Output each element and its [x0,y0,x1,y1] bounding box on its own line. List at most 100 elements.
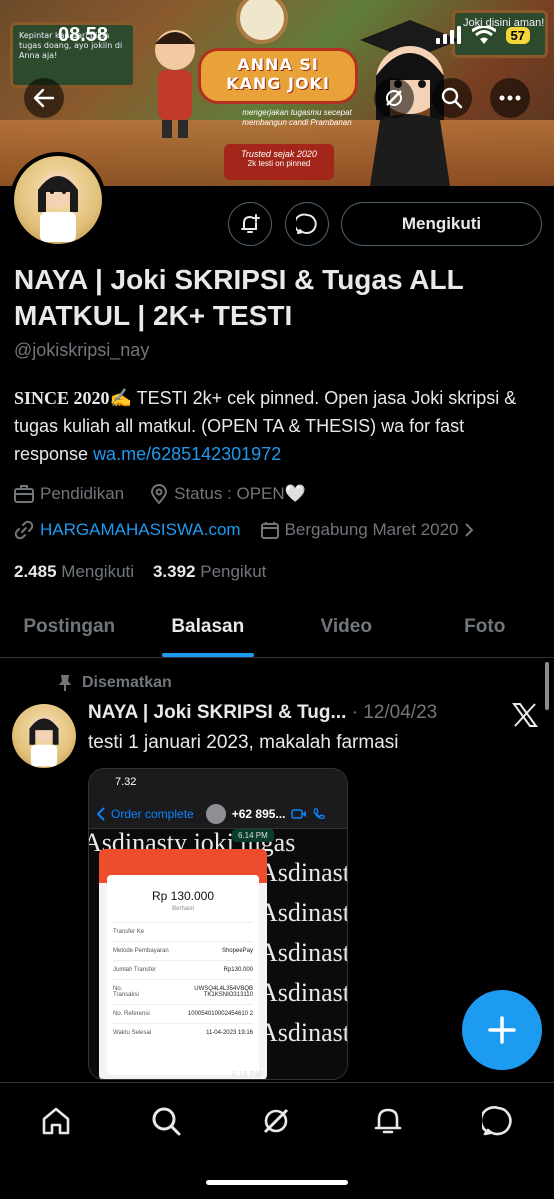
message-bubble-icon [482,1106,512,1136]
watermark-text: Asdinasty joki tugas [259,898,347,927]
home-icon [42,1107,70,1135]
receipt-row-value: UWSQ4L4L354VBQB TK1KSNIO313110 [194,986,253,998]
pinned-label: Disematkan [82,674,172,691]
receipt-row-value: 11-04-2023 19:16 [206,1030,253,1036]
following-label: Mengikuti [61,562,135,581]
status-time: 08.58 [58,24,109,46]
banner-title: ANNA SI KANG JOKI [198,48,358,104]
banner-ribbon-line2: 2k testi on pinned [247,159,311,168]
profile-website-and-joined: HARGAMAHASISWA.com Bergabung Maret 2020 [14,520,474,540]
screenshot-status-time: 7.32 [89,769,347,799]
contact-avatar [205,803,226,824]
pinned-indicator: Disematkan [58,674,172,692]
tweet-media-image[interactable]: 7.32 Order complete +62 895... Asdinasty… [88,768,348,1080]
avatar-illustration [14,156,102,244]
chevron-left-icon [97,806,105,821]
receipt-row-key: No. Transaksi [113,986,139,998]
tab-photos[interactable]: Foto [416,600,554,657]
receipt-amount: Rp 130.000 [151,889,215,903]
search-icon [152,1107,181,1136]
nav-search[interactable] [146,1101,186,1141]
tweet-header: NAYA | Joki SKRIPSI & Tug... · 12/04/23 [88,702,437,724]
link-icon [14,520,34,540]
back-button[interactable] [24,78,64,118]
following-count-link[interactable]: 2.485 Mengikuti [14,562,134,581]
grok-icon [386,90,402,106]
following-button[interactable]: Mengikuti [341,202,542,246]
receipt-row: Metode Pembayaran ShopeePay [113,941,253,960]
receipt-row-key: Transfer Ke [113,929,145,935]
arrow-left-icon [33,88,55,108]
banner-ribbon: Trusted sejak 2020 2k testi on pinned [224,144,334,180]
notifications-subscribe-button[interactable] [228,202,272,246]
profile-joined-date: Bergabung Maret 2020 [284,520,459,539]
phone-call-icon [313,807,326,819]
screenshot-chat-header: Order complete +62 895... [89,799,347,829]
search-icon [441,87,463,109]
nav-messages[interactable] [478,1101,518,1141]
tweet-text: testi 1 januari 2023, makalah farmasi [88,732,399,753]
calendar-icon [260,522,279,539]
receipt-row-value: Rp130.000 [223,967,253,973]
grok-button[interactable] [374,78,414,118]
watermark-text: Asdinasty joki tugas [259,1018,347,1047]
x-logo-icon [512,703,538,727]
banner-title-line2: KANG JOKI [226,74,330,93]
search-button[interactable] [432,78,472,118]
receipt-row: No. Referensi 100054010002454610 2 [113,1004,253,1023]
tab-replies[interactable]: Balasan [139,600,278,657]
cellular-signal-icon [435,26,461,44]
bio-since: SINCE 2020 [14,388,110,408]
more-options-button[interactable] [490,78,530,118]
grok-icon [263,1108,289,1134]
tweet-author-avatar[interactable] [12,704,76,768]
banner-clock-illustration [236,0,288,44]
banner-ribbon-line1: Trusted sejak 2020 [241,149,317,159]
watermark-text: Asdinasty joki tugas [259,978,347,1007]
tab-posts[interactable]: Postingan [0,600,139,657]
receipt-row: Transfer Ke [113,922,253,941]
avatar-character-icon [29,715,59,767]
tab-videos[interactable]: Video [277,600,416,657]
profile-bio: SINCE 2020✍️ TESTI 2k+ cek pinned. Open … [14,384,540,468]
chevron-right-icon[interactable] [464,522,474,538]
profile-display-name: NAYA | Joki SKRIPSI & Tugas ALL MATKUL |… [14,264,464,331]
plus-icon [488,1016,516,1044]
receipt-card: Rp 130.000 Berhasil Transfer Ke Metode P… [107,875,259,1075]
receipt-row-value: 100054010002454610 2 [187,1011,253,1017]
receipt-row-key: No. Referensi [113,1011,150,1017]
bio-whatsapp-link[interactable]: wa.me/6285142301972 [93,444,281,464]
message-button[interactable] [285,202,329,246]
followers-count-link[interactable]: 3.392 Pengikut [153,562,266,581]
battery-indicator: 57 [505,26,530,44]
tweet-date[interactable]: · 12/04/23 [352,702,438,723]
watermark-text: Asdinasty joki tugas [259,858,347,887]
briefcase-icon [14,485,34,503]
tweet-author-name[interactable]: NAYA | Joki SKRIPSI & Tug... [88,702,346,723]
receipt-row: Waktu Selesai 11-04-2023 19:16 [113,1023,253,1042]
message-time-top: 6.14 PM [232,829,274,842]
status-icons: 57 [435,26,530,44]
bio-emoji: ✍️ [109,388,132,408]
receipt-row: No. Transaksi UWSQ4L4L354VBQB TK1KSNIO313… [113,979,253,1004]
profile-website-link[interactable]: HARGAMAHASISWA.com [40,520,241,540]
profile-category: Pendidikan [40,484,125,503]
following-count: 2.485 [14,562,57,581]
screenshot-contact: +62 895... [231,806,286,821]
nav-home[interactable] [36,1101,76,1141]
scrollbar[interactable] [545,662,549,710]
receipt-row-key: Metode Pembayaran [113,948,169,954]
receipt-row: Jumlah Transfer Rp130.000 [113,960,253,979]
nav-notifications[interactable] [368,1101,408,1141]
receipt-row-key: Jumlah Transfer [113,967,157,973]
receipt-row-key: Waktu Selesai [113,1030,152,1036]
profile-avatar[interactable] [10,152,106,248]
profile-location: Status : OPEN🤍 [174,484,306,503]
profile-handle: @jokiskripsi_nay [14,340,150,360]
home-indicator[interactable] [206,1180,348,1185]
message-bubble-icon [296,213,317,234]
bell-plus-icon [241,214,260,233]
profile-tabs: Postingan Balasan Video Foto [0,600,554,658]
compose-post-button[interactable] [462,990,542,1070]
nav-grok[interactable] [256,1101,296,1141]
